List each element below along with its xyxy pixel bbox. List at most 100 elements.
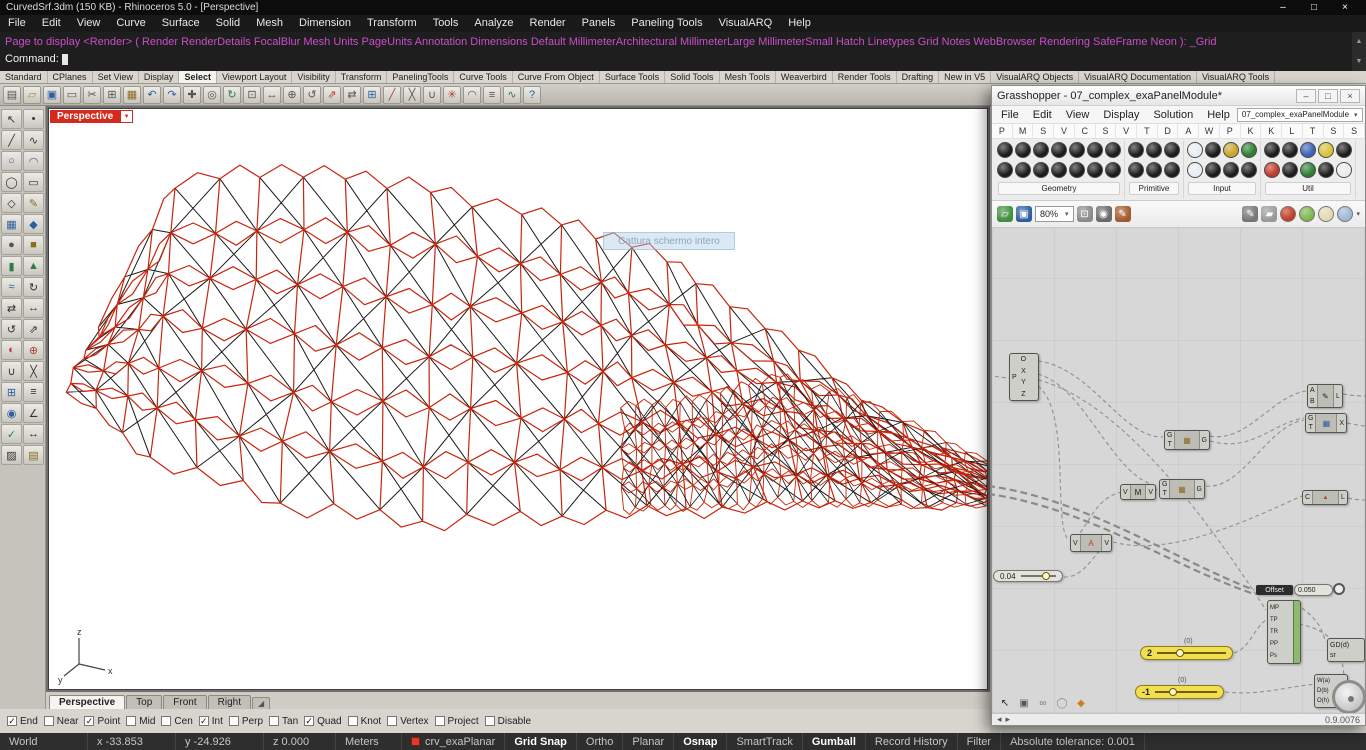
toolbar-icon[interactable]: ↔ — [263, 86, 281, 104]
gh-component-icon[interactable] — [1051, 142, 1067, 158]
gh-toolbar-icon[interactable]: ⊡ — [1077, 206, 1093, 222]
osnap-checkbox[interactable] — [435, 716, 445, 726]
toolbar-tab[interactable]: New in V5 — [939, 71, 991, 83]
gh-menu-item[interactable]: View — [1059, 109, 1097, 121]
osnap-toggle[interactable]: Int — [199, 716, 223, 727]
toolbar-tab[interactable]: Curve Tools — [454, 71, 512, 83]
gh-component-icon[interactable] — [1087, 142, 1103, 158]
gh-category-tab[interactable]: A — [1178, 124, 1199, 138]
sidebar-tool-icon[interactable]: ✎ — [23, 193, 44, 213]
gh-port-in[interactable]: B — [1310, 398, 1315, 405]
toolbar-tab[interactable]: CPlanes — [48, 71, 93, 83]
gh-component-geometry-2[interactable]: GT ▦ G — [1159, 479, 1205, 499]
gh-menu-item[interactable]: Edit — [1026, 109, 1059, 121]
toolbar-tab[interactable]: Weaverbird — [776, 71, 833, 83]
gh-port-in[interactable]: T — [1168, 441, 1172, 448]
status-pane[interactable]: Grid Snap — [505, 733, 577, 750]
gh-category-tab[interactable]: T — [1303, 124, 1324, 138]
gh-port-in[interactable]: P — [1012, 374, 1017, 381]
gh-port-in[interactable]: V — [1123, 489, 1128, 496]
gh-component-icon[interactable] — [1164, 142, 1180, 158]
toolbar-icon[interactable]: ↻ — [223, 86, 241, 104]
toolbar-tab[interactable]: Visibility — [292, 71, 335, 83]
sidebar-tool-icon[interactable]: ◆ — [23, 214, 44, 234]
menu-item[interactable]: Solid — [208, 15, 248, 32]
gh-slider-track[interactable] — [1155, 691, 1217, 693]
gh-offset-slider[interactable]: 0.050 — [1294, 584, 1333, 596]
osnap-toggle[interactable]: Vertex — [387, 716, 428, 727]
gh-component-icon[interactable] — [1105, 162, 1121, 178]
gh-port-out[interactable]: G — [1202, 437, 1207, 444]
gh-component-icon[interactable] — [1205, 162, 1221, 178]
gh-port-in[interactable]: TP — [1270, 617, 1291, 624]
gh-component-icon[interactable] — [1336, 142, 1352, 158]
gh-component-icon[interactable] — [1187, 142, 1203, 158]
sidebar-tool-icon[interactable]: ∿ — [23, 130, 44, 150]
sidebar-tool-icon[interactable]: ↖ — [1, 109, 22, 129]
gh-category-tab[interactable]: T — [1137, 124, 1158, 138]
gh-group-label[interactable]: Primitive — [1129, 182, 1179, 195]
menu-item[interactable]: Analyze — [466, 15, 521, 32]
gh-toolbar-icon[interactable]: ◉ — [1096, 206, 1112, 222]
gh-port-in[interactable]: TR — [1270, 629, 1291, 636]
gh-category-tab[interactable]: P — [1220, 124, 1241, 138]
chevron-down-icon[interactable]: ▾ — [1356, 210, 1360, 218]
viewport-menu-caret-icon[interactable]: ▼ — [120, 110, 133, 123]
toolbar-icon[interactable]: ∿ — [503, 86, 521, 104]
gh-preview-icon[interactable]: ▰ — [1261, 206, 1277, 222]
viewport-tab[interactable]: Right — [208, 695, 251, 709]
toolbar-tab[interactable]: VisualARQ Documentation — [1079, 71, 1197, 83]
toolbar-icon[interactable]: ✂ — [83, 86, 101, 104]
osnap-checkbox[interactable] — [269, 716, 279, 726]
gh-component-curve[interactable]: C ▲ L — [1302, 490, 1348, 505]
osnap-checkbox[interactable] — [229, 716, 239, 726]
gh-component-icon[interactable] — [1146, 162, 1162, 178]
layer-pane[interactable]: crv_exaPlanar — [402, 733, 505, 750]
gh-component-icon[interactable] — [1241, 162, 1257, 178]
toolbar-tab[interactable]: VisualARQ Tools — [1197, 71, 1275, 83]
sidebar-tool-icon[interactable]: • — [23, 109, 44, 129]
toolbar-icon[interactable]: ▣ — [43, 86, 61, 104]
toolbar-tab[interactable]: Display — [139, 71, 180, 83]
osnap-checkbox[interactable] — [161, 716, 171, 726]
toolbar-tab[interactable]: Standard — [0, 71, 48, 83]
sidebar-tool-icon[interactable]: ⇗ — [23, 319, 44, 339]
gh-category-tab[interactable]: K — [1241, 124, 1262, 138]
viewport-title-badge[interactable]: Perspective ▼ — [50, 110, 133, 123]
units-pane[interactable]: Meters — [336, 733, 402, 750]
sidebar-tool-icon[interactable]: ✓ — [1, 424, 22, 444]
window-close-button[interactable]: × — [1330, 1, 1360, 14]
toolbar-icon[interactable]: ∪ — [423, 86, 441, 104]
scroll-left-icon[interactable]: ◂ — [997, 714, 1002, 725]
gh-component-icon[interactable] — [1105, 142, 1121, 158]
sidebar-tool-icon[interactable]: ↺ — [1, 319, 22, 339]
gh-port[interactable]: GD(d) — [1330, 642, 1362, 649]
toolbar-icon[interactable]: ⊕ — [283, 86, 301, 104]
toolbar-icon[interactable]: ⊞ — [103, 86, 121, 104]
gh-port-in[interactable]: G — [1167, 432, 1172, 439]
toolbar-icon[interactable]: ≡ — [483, 86, 501, 104]
gh-port-out[interactable]: G — [1197, 486, 1202, 493]
menu-item[interactable]: Render — [522, 15, 574, 32]
gh-component-icon[interactable] — [1087, 162, 1103, 178]
gh-component-icon[interactable] — [1223, 142, 1239, 158]
toolbar-icon[interactable]: ╳ — [403, 86, 421, 104]
gh-category-tab[interactable]: P — [992, 124, 1013, 138]
osnap-toggle[interactable]: Near — [44, 716, 79, 727]
sidebar-tool-icon[interactable]: ╳ — [23, 361, 44, 381]
gh-category-tab[interactable]: W — [1199, 124, 1220, 138]
gh-component-icon[interactable] — [1264, 142, 1280, 158]
gh-component-icon[interactable] — [1318, 142, 1334, 158]
gh-component-vector-1[interactable]: V M V — [1120, 484, 1156, 500]
gh-component-icon[interactable] — [1015, 142, 1031, 158]
gh-component-icon[interactable] — [1164, 162, 1180, 178]
status-pane[interactable]: Planar — [623, 733, 674, 750]
gh-slider-knob[interactable] — [1042, 572, 1050, 580]
gh-preview-icon[interactable] — [1318, 206, 1334, 222]
gh-port-in[interactable]: G — [1308, 415, 1313, 422]
gh-preview-icon[interactable] — [1280, 206, 1296, 222]
sidebar-tool-icon[interactable]: ▲ — [23, 256, 44, 276]
gh-component-geometry-1[interactable]: GT ▦ G — [1164, 430, 1210, 450]
toolbar-tab[interactable]: Curve From Object — [513, 71, 600, 83]
sidebar-tool-icon[interactable]: ↔ — [23, 298, 44, 318]
